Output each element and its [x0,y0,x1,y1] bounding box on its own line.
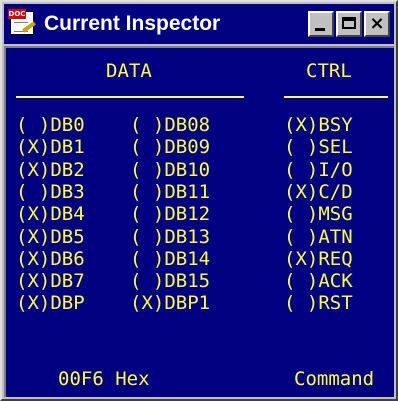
signal-state-mark: ( ) [130,180,165,203]
signal-label: DB13 [164,225,211,248]
window-title: Current Inspector [44,12,221,35]
doc-app-icon[interactable]: DOC [8,9,38,39]
signal-state-mark: ( ) [284,158,319,181]
signal-label: DB09 [164,136,211,159]
signal-state-mark: (X) [16,247,51,270]
inspector-window: DOC Current Inspector × DATA CTRL ( )DB0… [0,0,398,401]
minimize-button[interactable] [308,11,334,37]
signal-label: ACK [318,270,353,293]
inspector-panel: DATA CTRL ( )DB0 (X)DB1 (X)DB2( )DB3 (X)DB4… [4,46,394,397]
signal-state-mark: ( ) [130,158,165,181]
signal-label: I/O [318,158,353,181]
signal-db08[interactable]: ( )DB08 [130,114,210,136]
signal-state-mark: ( ) [130,136,165,159]
signal-label: DB4 [50,203,85,226]
signal-state-mark: (X) [130,292,165,315]
signal-c-d[interactable]: (X)C/D [284,181,353,203]
signal-db7[interactable]: (X)DB7 [16,270,85,292]
signal-db09[interactable]: ( )DB09 [130,136,210,158]
signal-state-mark: ( ) [130,203,165,226]
data-divider [16,96,244,98]
signal-label: C/D [318,180,353,203]
signal-label: DB10 [164,158,211,181]
signal-state-mark: ( ) [130,270,165,293]
signal-db10[interactable]: ( )DB10 [130,159,210,181]
signal-state-mark: ( ) [284,136,319,159]
close-button[interactable]: × [364,11,390,37]
signal-label: RST [318,292,353,315]
signal-state-mark: ( ) [130,114,165,136]
signal-state-mark: (X) [16,292,51,315]
signal-db4[interactable]: (X)DB4 [16,203,85,225]
signal-dbp[interactable]: (X)DBP [16,292,85,314]
signal-label: ATN [318,225,353,248]
ctrl-divider [284,96,388,98]
signal-db2[interactable]: (X)DB2 [16,159,85,181]
maximize-button[interactable] [336,11,362,37]
signal-state-mark: (X) [16,270,51,293]
signal-state-mark: ( ) [284,270,319,293]
signal-label: DB15 [164,270,211,293]
signal-label: REQ [318,247,353,270]
signal-state-mark: ( ) [284,203,319,226]
signal-label: DB08 [164,114,211,136]
signal-label: DB11 [164,180,211,203]
signal-label: DBP1 [164,292,211,315]
signal-label: DBP [50,292,85,315]
signal-state-mark: (X) [284,114,319,136]
title-bar[interactable]: DOC Current Inspector × [4,4,394,44]
signal-db12[interactable]: ( )DB12 [130,203,210,225]
ctrl-header: CTRL [306,60,352,82]
signal-state-mark: (X) [284,180,319,203]
signal-db5[interactable]: (X)DB5 [16,226,85,248]
signal-ack[interactable]: ( )ACK [284,270,353,292]
signal-label: DB1 [50,136,85,159]
signal-label: DB5 [50,225,85,248]
signal-dbp1[interactable]: (X)DBP1 [130,292,210,314]
signal-label: DB6 [50,247,85,270]
signal-db6[interactable]: (X)DB6 [16,248,85,270]
signal-state-mark: (X) [16,203,51,226]
signal-label: MSG [318,203,353,226]
signal-state-mark: (X) [16,225,51,248]
data-value-hex: 00F6 Hex [58,368,150,390]
signal-state-mark: (X) [16,136,51,159]
signal-state-mark: (X) [284,247,319,270]
signal-state-mark: ( ) [284,225,319,248]
signal-db3[interactable]: ( )DB3 [16,181,85,203]
signal-bsy[interactable]: (X)BSY [284,114,353,136]
signal-req[interactable]: (X)REQ [284,248,353,270]
signal-label: DB14 [164,247,211,270]
data-header: DATA [106,60,152,82]
signal-label: SEL [318,136,353,159]
signal-state-mark: (X) [16,158,51,181]
signal-state-mark: ( ) [284,292,319,315]
signal-state-mark: ( ) [130,225,165,248]
signal-db11[interactable]: ( )DB11 [130,181,210,203]
signal-label: DB12 [164,203,211,226]
signal-rst[interactable]: ( )RST [284,292,353,314]
signal-msg[interactable]: ( )MSG [284,203,353,225]
signal-atn[interactable]: ( )ATN [284,226,353,248]
signal-db0[interactable]: ( )DB0 [16,114,85,136]
signal-db1[interactable]: (X)DB1 [16,136,85,158]
signal-db13[interactable]: ( )DB13 [130,226,210,248]
minimize-icon [315,28,325,31]
signal-db14[interactable]: ( )DB14 [130,248,210,270]
close-icon: × [369,13,385,34]
signal-state-mark: ( ) [16,114,51,136]
doc-tag-label: DOC [8,9,26,19]
signal-label: DB0 [50,114,85,136]
ctrl-phase: Command [294,368,375,390]
maximize-icon [342,17,356,29]
signal-state-mark: ( ) [16,180,51,203]
signal-sel[interactable]: ( )SEL [284,136,353,158]
signal-state-mark: ( ) [130,247,165,270]
signal-label: DB3 [50,180,85,203]
signal-i-o[interactable]: ( )I/O [284,159,353,181]
signal-label: DB7 [50,270,85,293]
signal-db15[interactable]: ( )DB15 [130,270,210,292]
signal-label: BSY [318,114,353,136]
signal-label: DB2 [50,158,85,181]
